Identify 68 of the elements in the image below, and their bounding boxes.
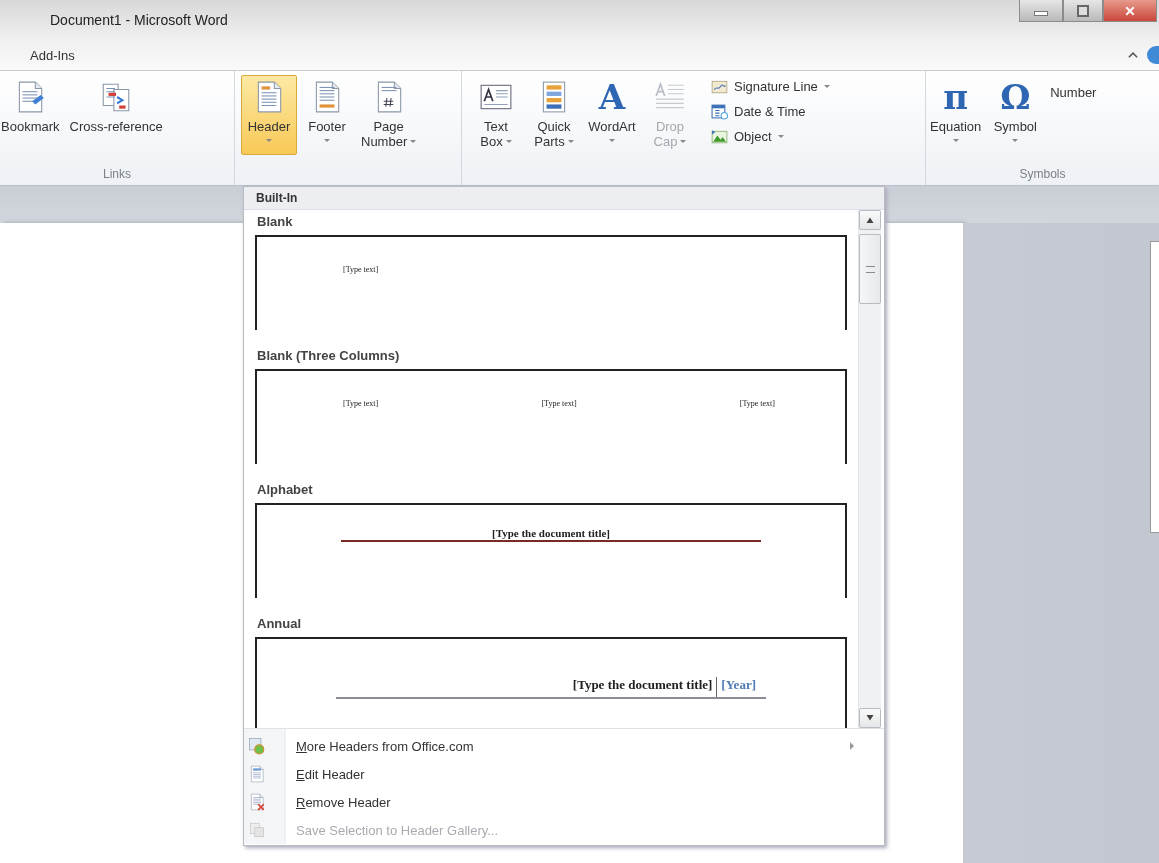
menu-item[interactable]: More Headers from Office.com: [244, 732, 884, 760]
caret-icon: [680, 140, 687, 143]
ribbon-tab[interactable]: Add-Ins: [0, 47, 81, 63]
placeholder-text: [Type text]: [541, 399, 577, 410]
help-icon[interactable]: [1147, 46, 1159, 64]
submenu-arrow-icon: [850, 742, 854, 750]
symbol-glyph-icon: π: [943, 80, 969, 114]
calendar-icon: [711, 102, 728, 120]
close-icon: [1124, 4, 1136, 17]
ribbon-button[interactable]: Bookmark: [0, 75, 64, 155]
caret-icon: [777, 134, 784, 138]
ribbon-button[interactable]: Signature Line: [708, 75, 833, 97]
caret-icon: [952, 138, 959, 142]
restore-button[interactable]: [1063, 0, 1103, 22]
ribbon-button[interactable]: Page Number: [357, 75, 421, 155]
symbol-glyph-icon: A: [598, 80, 626, 114]
year-placeholder: [Year]: [720, 677, 757, 694]
menu-item[interactable]: Edit Header: [244, 760, 884, 788]
gallery-item-title: Alphabet: [256, 481, 314, 499]
scrollbar[interactable]: [858, 210, 881, 728]
globe-document-icon: [248, 737, 266, 755]
symbol-glyph-icon: Ω: [1000, 80, 1031, 114]
placeholder-text: [Type text]: [343, 399, 379, 410]
header-preview[interactable]: [Type text] [Type text] [Type text]: [255, 369, 847, 464]
scroll-down-button[interactable]: [859, 708, 881, 728]
gallery-item-title: Blank (Three Columns): [256, 347, 401, 365]
header-preview[interactable]: [Type text]: [255, 235, 847, 330]
ribbon-button[interactable]: Cross-reference: [65, 75, 167, 155]
minimize-button[interactable]: [1019, 0, 1063, 22]
save-document-icon: [248, 821, 266, 839]
gallery-item-title: Annual: [256, 615, 303, 633]
caret-icon: [567, 140, 574, 143]
placeholder-text: [Type text]: [343, 265, 379, 276]
ribbon-button[interactable]: Ω Symbol: [987, 75, 1044, 155]
caret-icon: [823, 84, 830, 88]
window-title: Document1 - Microsoft Word: [49, 11, 228, 28]
embedded-object-icon: [711, 127, 728, 145]
ribbon-button[interactable]: Text Box: [468, 75, 524, 155]
scroll-thumb[interactable]: [859, 234, 881, 304]
close-button[interactable]: [1103, 0, 1157, 22]
group-label: Symbols: [1019, 167, 1066, 181]
ribbon-button[interactable]: Quick Parts: [526, 75, 582, 155]
menu-item[interactable]: Remove Header: [244, 788, 884, 816]
ribbon-button[interactable]: Number: [1045, 75, 1102, 155]
header-preview[interactable]: [Type the document title]: [255, 503, 847, 598]
ribbon-button[interactable]: Date & Time: [708, 100, 833, 122]
ribbon-button[interactable]: Footer: [299, 75, 355, 155]
ribbon-button[interactable]: A WordArt: [584, 75, 640, 155]
up-arrow-icon: [865, 216, 875, 224]
ribbon-button[interactable]: Header: [241, 75, 297, 155]
gallery-item-title: Blank: [256, 213, 294, 231]
placeholder-text: [Type the document title]: [572, 677, 718, 697]
down-arrow-icon: [865, 714, 875, 722]
caret-icon: [505, 140, 512, 143]
placeholder-text: [Type text]: [739, 399, 775, 410]
caret-icon: [1012, 138, 1019, 142]
remove-document-icon: [248, 793, 266, 811]
placeholder-text: [Type the document title]: [492, 527, 610, 539]
caret-icon: [609, 138, 615, 142]
section-heading: Built-In: [256, 191, 298, 205]
ribbon-button[interactable]: π Equation: [926, 75, 986, 155]
ribbon-button[interactable]: Object: [708, 125, 833, 147]
group-label: Links: [103, 167, 131, 181]
caret-icon: [266, 138, 272, 142]
header-document-icon: [248, 765, 266, 783]
caret-icon: [410, 140, 417, 143]
scroll-up-button[interactable]: [859, 210, 881, 230]
caret-icon: [324, 138, 330, 142]
